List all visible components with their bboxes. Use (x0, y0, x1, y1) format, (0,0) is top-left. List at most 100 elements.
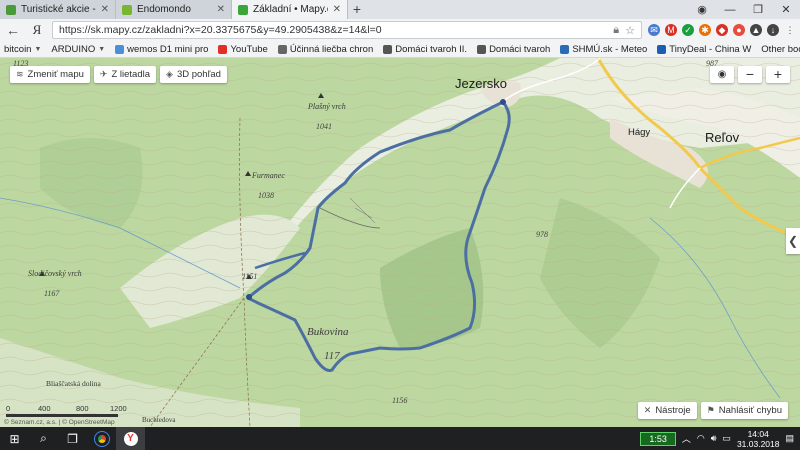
zoom-out-button[interactable]: − (738, 66, 762, 83)
map-view-controls: ≋ Zmeniť mapu ✈ Z lietadla ◈ 3D pohľad (10, 66, 227, 83)
address-bar[interactable]: https://sk.mapy.cz/zakladni?x=20.3375675… (52, 21, 642, 39)
window-controls: ◉ — ❐ ✕ (688, 0, 800, 19)
bookmark-label: Účinná liečba chron (289, 43, 374, 55)
windows-start-icon[interactable]: ⊞ (0, 427, 29, 450)
bookmark-label: wemos D1 mini pro (127, 43, 209, 55)
extension-icon[interactable]: ▲ (750, 24, 762, 36)
chrome-icon[interactable] (87, 427, 116, 450)
scale-label: 800 (76, 404, 89, 413)
address-row: ← Я https://sk.mapy.cz/zakladni?x=20.337… (0, 19, 800, 41)
keyboard-icon[interactable]: ▭ (722, 433, 731, 444)
tab-favicon-icon (6, 4, 16, 15)
profile-icon[interactable]: ◉ (688, 3, 716, 16)
shield-extension-icon[interactable]: ✓ (682, 24, 694, 36)
zoom-in-button[interactable]: + (766, 66, 790, 83)
extensions: ✉ M ✓ ✱ ◆ ● ▲ ↓ ⋮ (648, 24, 796, 36)
report-error-label: Nahlásiť chybu (718, 405, 782, 416)
peak-bukovina-name: Bukovina (307, 326, 349, 338)
chevron-down-icon: ▼ (98, 45, 106, 53)
bookmark-youtube[interactable]: YouTube (218, 44, 268, 55)
bookmark-label: Domáci tvaroh II. (395, 43, 468, 55)
download-icon[interactable]: ↓ (767, 24, 779, 36)
zoom-controls: ◉ − + (710, 66, 790, 83)
bookmark-label: TinyDeal - China W (669, 43, 752, 55)
clock-time: 14:04 (747, 428, 769, 439)
maximize-icon[interactable]: ❐ (744, 3, 772, 16)
menu-icon[interactable]: ⋮ (784, 24, 796, 36)
close-window-icon[interactable]: ✕ (772, 3, 800, 16)
yandex-browser-icon[interactable]: Y (116, 427, 145, 450)
battery-indicator[interactable]: 1:53 (640, 431, 676, 446)
scale-label: 0 (6, 404, 11, 413)
bookmark-page-icon (383, 44, 393, 54)
3d-view-button[interactable]: ◈ 3D pohľad (160, 66, 227, 83)
map-canvas[interactable]: Jezersko Reľov Hágy Plašný vrch 1041 Fur… (0, 58, 800, 427)
other-bookmarks[interactable]: Other bookmarks (761, 44, 800, 55)
extension-icon[interactable]: ● (733, 24, 745, 36)
bookmark-bitcoin[interactable]: bitcoin ▼ (4, 44, 41, 55)
peak-slodicovsky-elev: 1167 (44, 289, 60, 298)
report-error-button[interactable]: ⚑ Nahlásiť chybu (700, 402, 788, 419)
tab-title: Základní • Mapy.cz (253, 4, 328, 15)
cube-icon: ◈ (166, 69, 173, 79)
back-icon[interactable]: ← (4, 22, 22, 38)
locate-me-button[interactable]: ◉ (710, 66, 734, 83)
tab-turisticke[interactable]: Turistické akcie - Turistický p ✕ (0, 0, 116, 19)
bookmark-tinydeal[interactable]: TinyDeal - China W (657, 44, 751, 55)
bookmark-page-icon (477, 44, 487, 54)
extension-icon[interactable]: ✱ (699, 24, 711, 36)
tab-mapy[interactable]: Základní • Mapy.cz ✕ (232, 0, 348, 19)
scale-bar (6, 414, 118, 417)
bookmark-tvaroh[interactable]: Domáci tvaroh (477, 44, 550, 55)
aerial-view-button[interactable]: ✈ Z lietadla (93, 66, 157, 83)
town-hagy[interactable]: Hágy (628, 127, 650, 138)
tools-icon: ✕ (643, 405, 652, 415)
tools-label: Nástroje (655, 405, 691, 416)
change-map-button[interactable]: ≋ Zmeniť mapu (10, 66, 90, 83)
bookmark-wemos[interactable]: wemos D1 mini pro (115, 44, 208, 55)
bookmark-page-icon (560, 44, 570, 54)
search-icon[interactable]: ⌕ (29, 427, 58, 450)
wifi-icon[interactable]: ◠ (697, 433, 705, 444)
volume-icon[interactable]: 🔊︎ (711, 433, 717, 444)
system-tray: 1:53 ︿ ◠ 🔊︎ ▭ 14:04 31.03.2018 ▤ (640, 429, 800, 449)
notifications-icon[interactable]: ▤ (785, 433, 794, 444)
bookmark-liecba[interactable]: Účinná liečba chron (277, 43, 374, 55)
elevation-1156: 1156 (392, 396, 408, 405)
tab-title: Endomondo (137, 4, 191, 15)
close-tab-icon[interactable]: ✕ (101, 4, 109, 15)
close-tab-icon[interactable]: ✕ (333, 4, 341, 15)
mail-extension-icon[interactable]: ✉ (648, 24, 660, 36)
minimize-icon[interactable]: — (716, 4, 744, 16)
tab-strip: Turistické akcie - Turistický p ✕ Endomo… (0, 0, 800, 19)
close-tab-icon[interactable]: ✕ (217, 4, 225, 15)
taskbar: ⊞ ⌕ ❐ Y 1:53 ︿ ◠ 🔊︎ ▭ 14:04 31.03.2018 ▤ (0, 427, 800, 450)
tab-title: Turistické akcie - Turistický p (21, 4, 96, 15)
side-panel-toggle[interactable]: ❮ (786, 228, 800, 254)
tab-endomondo[interactable]: Endomondo ✕ (116, 0, 232, 19)
gmail-extension-icon[interactable]: M (665, 24, 677, 36)
peak-furmanec-elev: 1038 (258, 191, 274, 200)
bookmark-star-icon[interactable]: ☆ (625, 24, 635, 37)
peak-furmanec-name: Furmanec (252, 171, 285, 180)
bookmarks-bar: bitcoin ▼ ARDUINO ▼ wemos D1 mini pro Yo… (0, 41, 800, 58)
layers-icon: ≋ (16, 69, 24, 79)
clock-date: 31.03.2018 (736, 438, 780, 449)
lock-icon[interactable]: 🔒︎ (613, 24, 619, 37)
task-view-icon[interactable]: ❐ (58, 427, 87, 450)
town-relov[interactable]: Reľov (705, 130, 739, 145)
url-text[interactable]: https://sk.mapy.cz/zakladni?x=20.3375675… (59, 24, 607, 36)
yandex-logo-icon[interactable]: Я (28, 22, 46, 38)
new-tab-button[interactable]: + (348, 0, 366, 19)
map-copyright[interactable]: © Seznam.cz, a.s. | © OpenStreetMap (4, 419, 115, 426)
bookmark-label: Domáci tvaroh (489, 43, 551, 55)
extension-icon[interactable]: ◆ (716, 24, 728, 36)
bookmark-page-icon (277, 44, 287, 54)
bookmark-arduino[interactable]: ARDUINO ▼ (51, 44, 105, 55)
bookmark-shmu[interactable]: SHMÚ.sk - Meteo (560, 44, 647, 55)
chevron-up-icon[interactable]: ︿ (682, 432, 691, 445)
town-jezersko[interactable]: Jezersko (455, 76, 507, 91)
tools-button[interactable]: ✕ Nástroje (637, 402, 697, 419)
bookmark-tvaroh-2[interactable]: Domáci tvaroh II. (383, 44, 467, 55)
clock[interactable]: 14:04 31.03.2018 (737, 429, 780, 449)
